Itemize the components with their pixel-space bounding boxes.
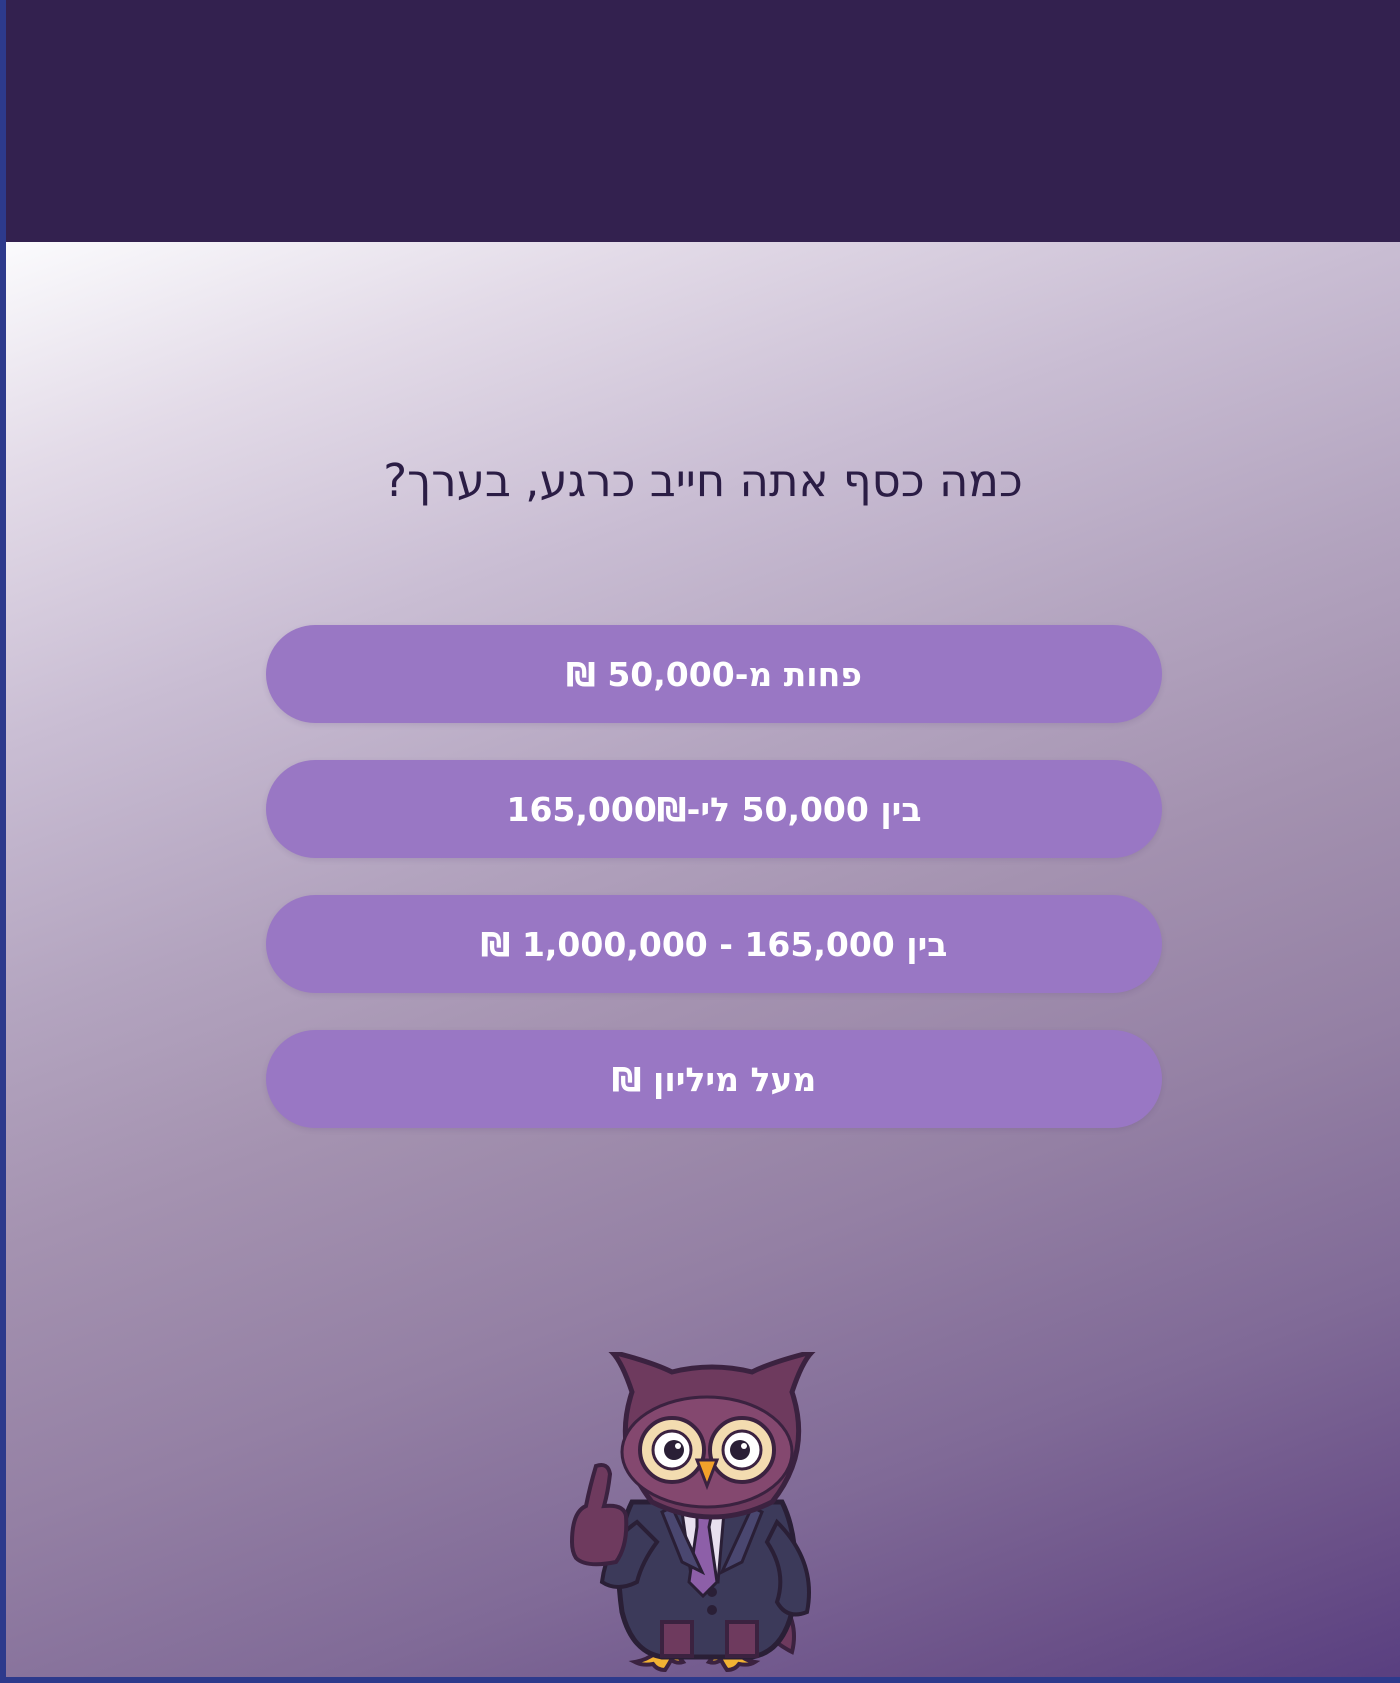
option-button-over-1m[interactable]: מעל מיליון ₪	[266, 1030, 1162, 1128]
window-bottom-edge	[0, 1677, 1400, 1683]
option-button-165k-1m[interactable]: בין 165,000 - 1,000,000 ₪	[266, 895, 1162, 993]
question-title: כמה כסף אתה חייב כרגע, בערך?	[383, 454, 1023, 507]
quiz-panel: כמה כסף אתה חייב כרגע, בערך? פחות מ-50,0…	[6, 242, 1400, 1677]
header-bar	[6, 0, 1400, 242]
thumbs-up-hand	[569, 1463, 629, 1567]
answer-options: פחות מ-50,000 ₪ בין 50,000 לי-165,000₪ ב…	[266, 625, 1162, 1165]
owl-thumbs-up-icon	[569, 1352, 816, 1672]
option-button-50k-165k[interactable]: בין 50,000 לי-165,000₪	[266, 760, 1162, 858]
app-window: כמה כסף אתה חייב כרגע, בערך? פחות מ-50,0…	[6, 0, 1400, 1677]
option-button-under-50k[interactable]: פחות מ-50,000 ₪	[266, 625, 1162, 723]
